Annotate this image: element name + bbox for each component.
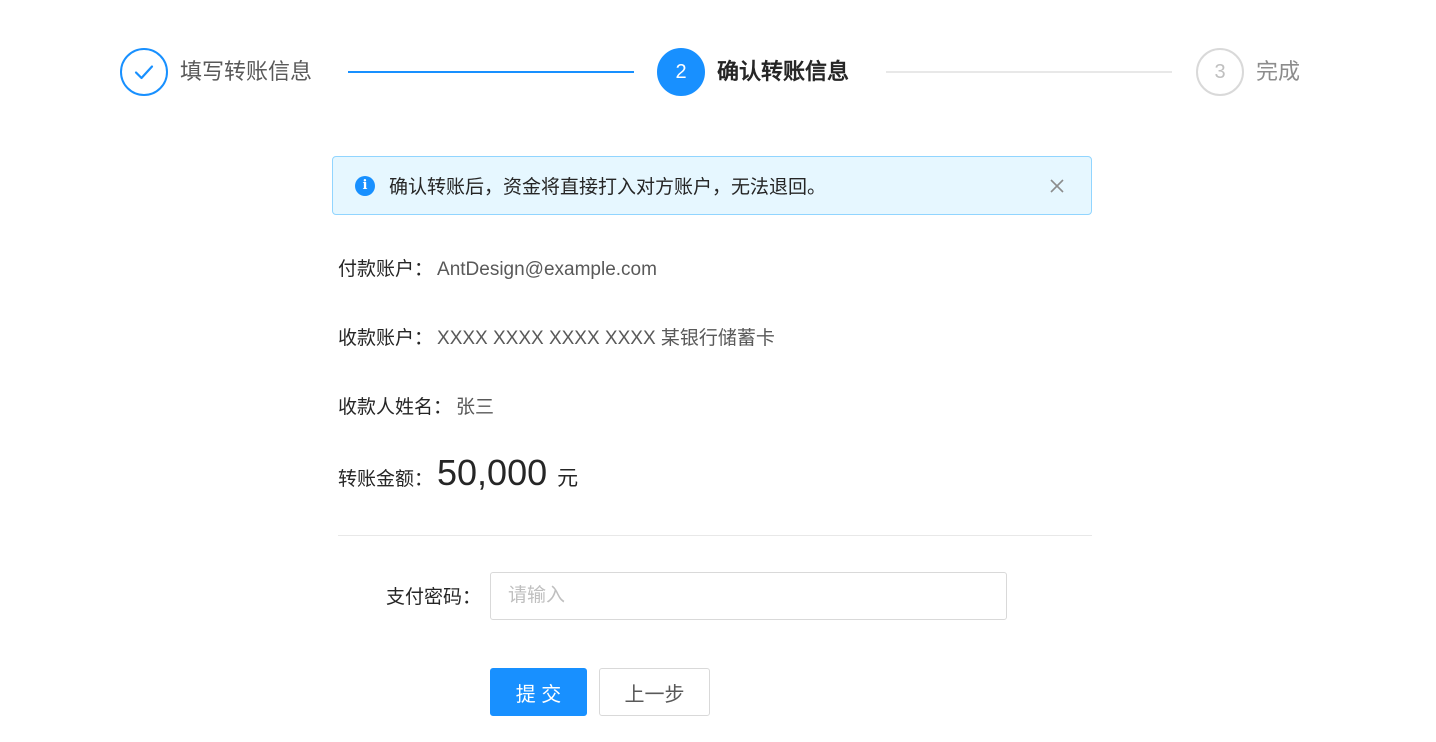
step-1-title: 填写转账信息 xyxy=(180,59,313,84)
step-connector-1 xyxy=(348,71,634,73)
payee-name-value: 张三 xyxy=(456,397,495,418)
alert-message: 确认转账后，资金将直接打入对方账户，无法退回。 xyxy=(389,177,827,198)
step-1-check-icon xyxy=(120,48,168,96)
receiver-row: 收款账户： XXXX XXXX XXXX XXXX 某银行储蓄卡 xyxy=(338,323,775,350)
step-2-title: 确认转账信息 xyxy=(717,59,850,84)
prev-step-button[interactable]: 上一步 xyxy=(599,668,710,716)
amount-value: 50,000 xyxy=(437,452,548,493)
amount-row: 转账金额： 50,000 元 xyxy=(338,452,578,494)
submit-button[interactable]: 提 交 xyxy=(490,668,587,716)
amount-unit: 元 xyxy=(557,467,579,490)
step-2-number: 2 xyxy=(657,48,705,96)
steps: 填写转账信息 2 确认转账信息 3 完成 xyxy=(120,48,1304,96)
payer-row: 付款账户： AntDesign@example.com xyxy=(338,254,657,281)
payee-name-label: 收款人姓名： xyxy=(338,397,453,418)
step-connector-2 xyxy=(886,71,1172,73)
step-3-title: 完成 xyxy=(1256,59,1301,84)
payer-value: AntDesign@example.com xyxy=(437,259,657,280)
info-alert: i 确认转账后，资金将直接打入对方账户，无法退回。 xyxy=(332,156,1092,215)
close-icon[interactable] xyxy=(1047,176,1067,196)
payee-name-row: 收款人姓名： 张三 xyxy=(338,392,494,419)
step-3-number: 3 xyxy=(1196,48,1244,96)
info-icon: i xyxy=(355,175,375,196)
payer-label: 付款账户： xyxy=(338,259,434,280)
divider xyxy=(338,535,1092,536)
password-label: 支付密码： xyxy=(386,587,482,608)
password-input[interactable] xyxy=(490,572,1007,620)
amount-label: 转账金额： xyxy=(338,469,434,490)
receiver-label: 收款账户： xyxy=(338,328,434,349)
receiver-value: XXXX XXXX XXXX XXXX 某银行储蓄卡 xyxy=(437,328,775,349)
check-icon xyxy=(134,65,154,80)
